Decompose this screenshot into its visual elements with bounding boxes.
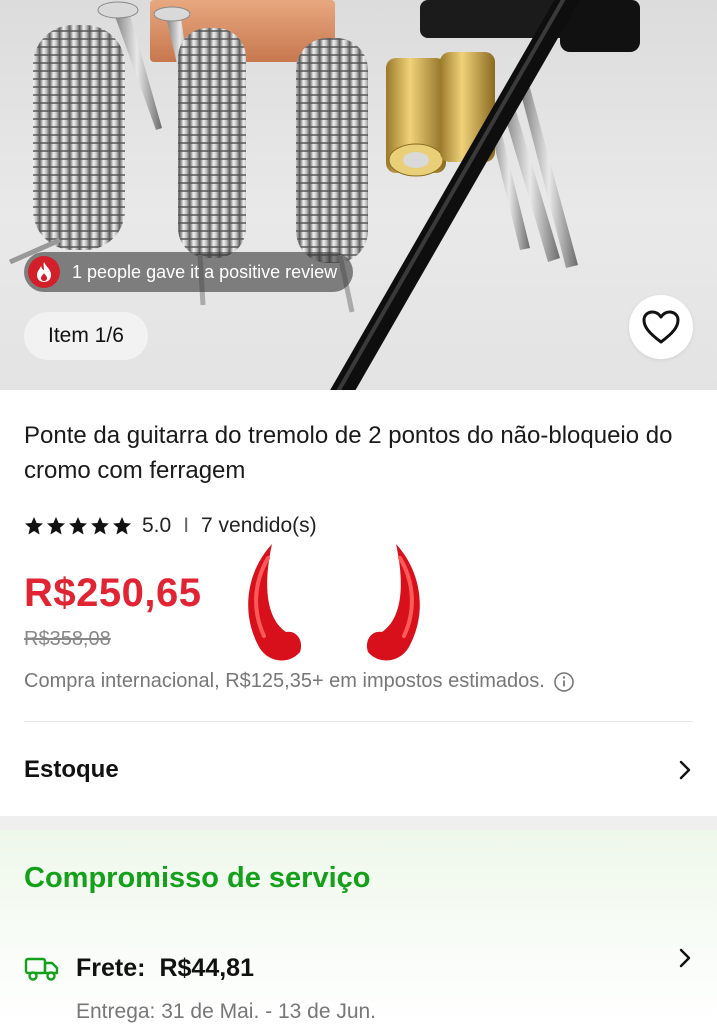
star-icon	[91, 517, 109, 535]
rating-row[interactable]: 5.0 I 7 vendido(s)	[24, 512, 317, 540]
tax-note-text: Compra internacional, R$125,35+ em impos…	[24, 670, 545, 692]
section-separator	[0, 816, 717, 830]
stock-label: Estoque	[24, 756, 119, 783]
image-counter: Item 1/6	[24, 312, 148, 360]
service-title: Compromisso de serviço	[24, 862, 371, 894]
favorite-button[interactable]	[629, 295, 693, 359]
star-icon	[47, 517, 65, 535]
star-icon	[69, 517, 87, 535]
shipping-row[interactable]: Frete: R$44,81	[24, 948, 693, 988]
original-price: R$358,08	[24, 628, 111, 650]
star-icon	[25, 517, 43, 535]
product-image-gallery[interactable]: 1 people gave it a positive review Item …	[0, 0, 717, 390]
review-text: 1 people gave it a positive review	[72, 261, 338, 282]
truck-icon	[24, 957, 59, 981]
star-rating	[24, 516, 132, 536]
rating-separator: I	[183, 514, 190, 537]
product-title: Ponte da guitarra do tremolo de 2 pontos…	[24, 422, 673, 484]
delivery-estimate: Entrega: 31 de Mai. - 13 de Jun.	[76, 1000, 377, 1023]
current-price: R$250,65	[24, 571, 202, 615]
shipping-label: Frete:	[76, 953, 146, 982]
service-commitment-section: Compromisso de serviço Frete: R$44,81 En…	[0, 830, 717, 1024]
chevron-right-icon	[679, 948, 691, 968]
devil-horn-sticker-right	[366, 544, 420, 661]
heart-icon	[642, 310, 680, 344]
devil-horn-sticker-left	[248, 544, 302, 661]
shipping-value: R$44,81	[159, 953, 254, 982]
rating-value: 5.0	[142, 514, 172, 537]
chevron-right-icon	[679, 760, 691, 780]
positive-review-badge: 1 people gave it a positive review	[24, 252, 354, 292]
tax-note: Compra internacional, R$125,35+ em impos…	[24, 670, 575, 693]
stock-row[interactable]: Estoque	[0, 740, 717, 800]
star-icon	[113, 517, 131, 535]
fire-icon	[28, 256, 60, 288]
info-icon[interactable]	[553, 671, 575, 693]
sold-count: 7 vendido(s)	[201, 514, 317, 537]
section-divider	[24, 721, 693, 722]
